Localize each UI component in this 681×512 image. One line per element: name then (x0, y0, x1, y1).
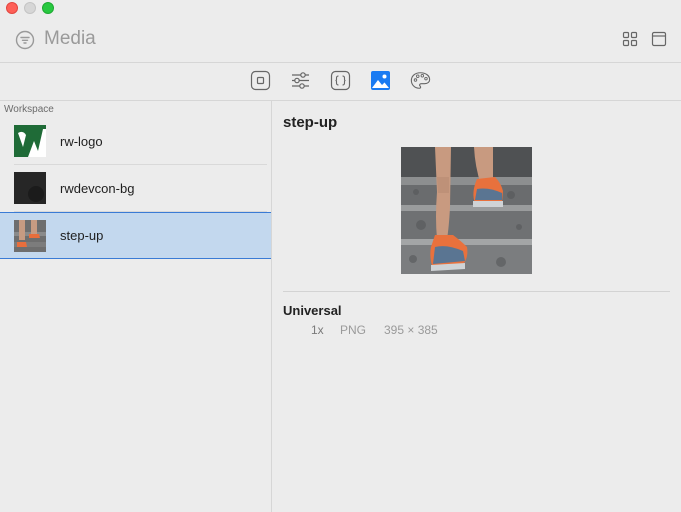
step-up-thumbnail (14, 220, 46, 252)
asset-item-step-up[interactable]: step-up (0, 212, 271, 259)
braces-icon (330, 70, 351, 91)
window-title: Media (44, 28, 96, 49)
minimize-window-button[interactable] (24, 2, 36, 14)
asset-name: step-up (60, 228, 104, 243)
zoom-window-button[interactable] (42, 2, 54, 14)
palette-icon (410, 72, 431, 89)
rwdevcon-bg-thumbnail (14, 172, 46, 204)
title-divider (0, 62, 681, 63)
close-window-button[interactable] (6, 2, 18, 14)
title-bar: Media (0, 22, 681, 62)
tool-colors[interactable] (410, 70, 431, 91)
window-controls (6, 2, 54, 14)
variant-dimensions: 395 × 385 (384, 323, 438, 337)
section-label-workspace: Workspace (4, 104, 54, 115)
variant-section-title: Universal (283, 303, 342, 318)
grid-view-icon[interactable] (622, 31, 638, 47)
variant-format: PNG (340, 323, 367, 337)
tool-code-snippets[interactable] (330, 70, 351, 91)
asset-item-rw-logo[interactable]: rw-logo (0, 118, 271, 165)
sliders-icon (292, 72, 309, 89)
tool-media[interactable] (370, 70, 391, 91)
asset-title: step-up (283, 114, 338, 131)
detail-divider (283, 291, 670, 292)
asset-sidebar: Workspace rw-logo rwdevcon-bg step-up (0, 101, 272, 512)
asset-item-rwdevcon-bg[interactable]: rwdevcon-bg (0, 165, 271, 212)
asset-detail-pane: step-up Universal 1x PNG 395 × 385 (273, 101, 681, 512)
inspector-toolbar (250, 70, 431, 91)
panel-icon[interactable] (651, 31, 667, 47)
button-icon (250, 70, 271, 91)
asset-name: rw-logo (60, 134, 103, 149)
asset-name: rwdevcon-bg (60, 181, 135, 196)
image-icon (371, 71, 390, 90)
tool-button-library[interactable] (250, 70, 271, 91)
asset-preview-image (401, 147, 532, 274)
filter-icon[interactable] (15, 30, 35, 50)
variant-scale: 1x (311, 323, 324, 337)
rw-logo-thumbnail (14, 125, 46, 157)
tool-modifiers[interactable] (290, 70, 311, 91)
